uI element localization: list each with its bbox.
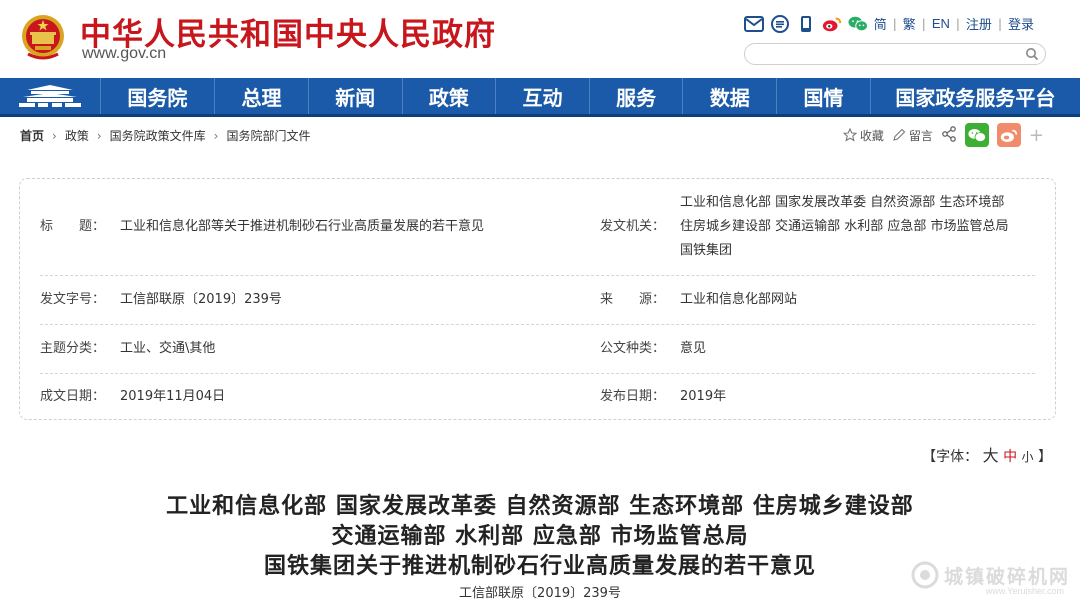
login-link[interactable]: 登录 — [1008, 14, 1034, 33]
mail-icon[interactable] — [743, 15, 764, 33]
written-date-value: 2019年11月04日 — [120, 389, 226, 404]
nav-item-data[interactable]: 数据 — [683, 78, 778, 114]
font-size-prefix: 【字体： — [922, 449, 979, 465]
breadcrumb-home[interactable]: 首页 — [20, 127, 44, 144]
doctype-value: 意见 — [680, 341, 707, 356]
topic-value: 工业、交通\其他 — [120, 341, 216, 356]
issuer-line: 住房城乡建设部 交通运输部 水利部 应急部 市场监管总局 — [680, 219, 1009, 234]
weibo-icon[interactable] — [822, 15, 842, 33]
wechat-share-icon[interactable] — [964, 123, 989, 147]
topic-label: 主题分类： — [40, 341, 106, 356]
nav-item-policy[interactable]: 政策 — [403, 78, 497, 114]
chevron-right-icon: › — [213, 128, 219, 143]
star-icon — [842, 128, 857, 142]
national-emblem-icon[interactable] — [20, 12, 66, 62]
divider: | — [997, 16, 1002, 31]
mobile-icon[interactable] — [796, 15, 816, 33]
nav-item-interaction[interactable]: 互动 — [496, 78, 590, 114]
nav-item-national-info[interactable]: 国情 — [777, 78, 871, 114]
nav-item-state-council[interactable]: 国务院 — [101, 78, 216, 114]
main-nav: 国务院 总理 新闻 政策 互动 服务 数据 国情 国家政务服务平台 — [0, 78, 1080, 117]
chevron-right-icon: › — [96, 128, 102, 143]
search-box — [744, 43, 1046, 65]
message-label: 留言 — [908, 128, 933, 143]
register-link[interactable]: 注册 — [966, 14, 992, 33]
written-date-label: 成文日期： — [40, 389, 106, 404]
watermark-url: www.Yeruisher.com — [985, 586, 1064, 596]
favorite-button[interactable]: 收藏 — [842, 127, 884, 144]
site-url: www.gov.cn — [82, 45, 167, 62]
tiananmen-icon — [18, 85, 81, 107]
doctype-label: 公文种类： — [600, 341, 666, 356]
title-label: 标 题： — [40, 219, 106, 234]
document-info-box: 标 题： 工业和信息化部等关于推进机制砂石行业高质量发展的若干意见 发文机关： … — [19, 178, 1056, 420]
nav-home[interactable] — [0, 78, 101, 114]
source-value: 工业和信息化部网站 — [680, 292, 798, 307]
breadcrumb: 首页 › 政策 › 国务院政策文件库 › 国务院部门文件 — [20, 127, 311, 144]
source-label: 来 源： — [600, 292, 666, 307]
divider: | — [892, 16, 897, 31]
nav-item-premier[interactable]: 总理 — [215, 78, 309, 114]
font-size-large-button[interactable]: 大 — [983, 446, 999, 465]
favorite-label: 收藏 — [859, 128, 884, 143]
message-button[interactable]: 留言 — [892, 127, 933, 144]
breadcrumb-policy[interactable]: 政策 — [65, 127, 89, 144]
divider: | — [921, 16, 926, 31]
search-icon[interactable] — [1025, 46, 1039, 65]
font-size-switcher: 【字体： 大 中 小 】 — [922, 442, 1052, 466]
breadcrumb-policy-library[interactable]: 国务院政策文件库 — [110, 127, 206, 144]
nav-item-news[interactable]: 新闻 — [309, 78, 403, 114]
article-title-line: 交通运输部 水利部 应急部 市场监管总局 — [331, 523, 749, 549]
nav-item-service-platform[interactable]: 国家政务服务平台 — [871, 78, 1080, 114]
share-icon[interactable] — [941, 125, 957, 145]
breadcrumb-department-docs[interactable]: 国务院部门文件 — [226, 127, 310, 144]
font-size-small-button[interactable]: 小 — [1022, 450, 1034, 464]
watermark: 城镇破碎机网 www.Yeruisher.com — [910, 560, 1070, 596]
issuer-line: 工业和信息化部 国家发展改革委 自然资源部 生态环境部 — [680, 195, 1005, 210]
simplified-link[interactable]: 简 — [874, 14, 887, 33]
traditional-link[interactable]: 繁 — [903, 14, 916, 33]
weibo-share-icon[interactable] — [996, 123, 1021, 147]
issuer-line: 国铁集团 — [680, 243, 733, 258]
title-value: 工业和信息化部等关于推进机制砂石行业高质量发展的若干意见 — [120, 219, 485, 234]
watermark-text: 城镇破碎机网 — [943, 565, 1070, 588]
published-date-value: 2019年 — [680, 389, 727, 404]
docno-label: 发文字号： — [40, 292, 106, 307]
published-date-label: 发布日期： — [600, 389, 666, 404]
article-title-line: 工业和信息化部 国家发展改革委 自然资源部 生态环境部 住房城乡建设部 — [166, 493, 914, 519]
english-link[interactable]: EN — [932, 16, 950, 31]
pencil-icon — [893, 128, 906, 141]
divider: | — [955, 16, 960, 31]
rss-icon[interactable] — [770, 14, 790, 33]
watermark-logo-icon — [911, 561, 939, 589]
top-links: 简 | 繁 | EN | 注册 | 登录 — [743, 14, 1034, 33]
docno-value: 工信部联原〔2019〕239号 — [120, 292, 282, 307]
font-size-medium-button[interactable]: 中 — [1003, 449, 1017, 465]
issuer-label: 发文机关： — [600, 219, 666, 234]
site-header: 中华人民共和国中央人民政府 www.gov.cn 简 | 繁 | EN | 注册… — [0, 0, 1080, 78]
share-tools: 收藏 留言 + — [842, 123, 1044, 147]
nav-item-services[interactable]: 服务 — [590, 78, 684, 114]
chevron-right-icon: › — [52, 128, 57, 143]
wechat-icon[interactable] — [848, 15, 868, 33]
font-size-suffix: 】 — [1038, 449, 1052, 465]
more-share-icon[interactable]: + — [1029, 125, 1044, 146]
search-input[interactable] — [755, 45, 1029, 65]
